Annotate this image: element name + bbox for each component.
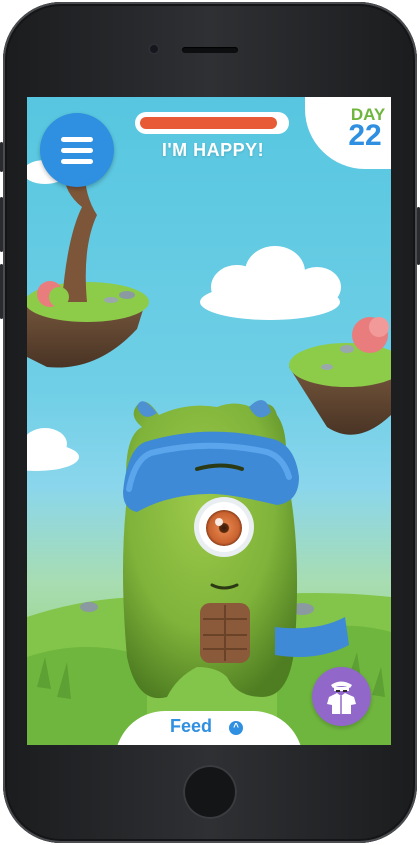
earpiece-speaker: [182, 47, 238, 53]
happiness-meter: [135, 112, 289, 134]
mood-status-text: I'M HAPPY!: [161, 140, 265, 160]
volume-down-button: [0, 264, 3, 319]
day-number: 22: [348, 119, 382, 152]
menu-button[interactable]: [40, 113, 114, 187]
wardrobe-button[interactable]: [312, 667, 371, 726]
pet-creature[interactable]: [123, 400, 349, 699]
feed-button-label[interactable]: Feed: [170, 716, 212, 737]
volume-up-button: [0, 197, 3, 252]
cloud-left: [27, 428, 79, 471]
chevron-up-icon[interactable]: ^: [229, 721, 243, 735]
eye-iris: [206, 510, 242, 546]
front-camera: [148, 43, 160, 55]
mute-switch: [0, 142, 3, 172]
home-button[interactable]: [183, 765, 237, 819]
happiness-meter-fill: [140, 117, 277, 129]
game-screen: DAY 22 I'M HAPPY! Feed ^: [27, 97, 391, 745]
cloud-center: [200, 246, 341, 320]
game-scene: [27, 157, 391, 745]
floating-island-left: [27, 157, 149, 368]
shirt-hat-icon: [327, 681, 356, 714]
floating-island-right: [289, 317, 391, 435]
